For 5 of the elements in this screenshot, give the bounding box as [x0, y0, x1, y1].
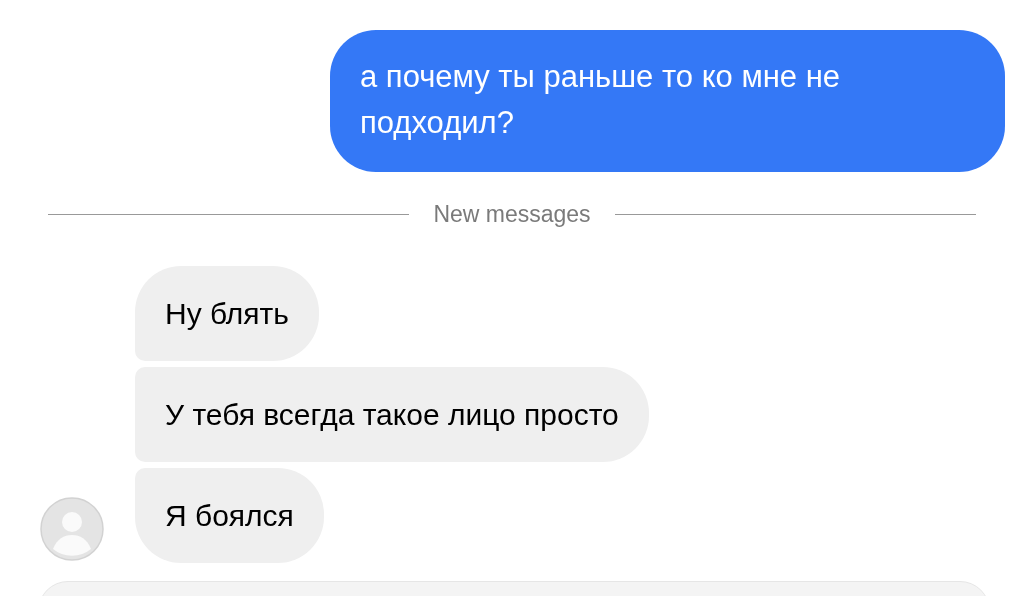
received-message: Я боялся: [135, 468, 324, 563]
sent-message: а почему ты раньше то ко мне не подходил?: [330, 30, 1005, 172]
received-message: У тебя всегда такое лицо просто: [135, 367, 649, 462]
received-message: Ну блять: [135, 266, 319, 361]
new-messages-label: New messages: [433, 200, 591, 228]
